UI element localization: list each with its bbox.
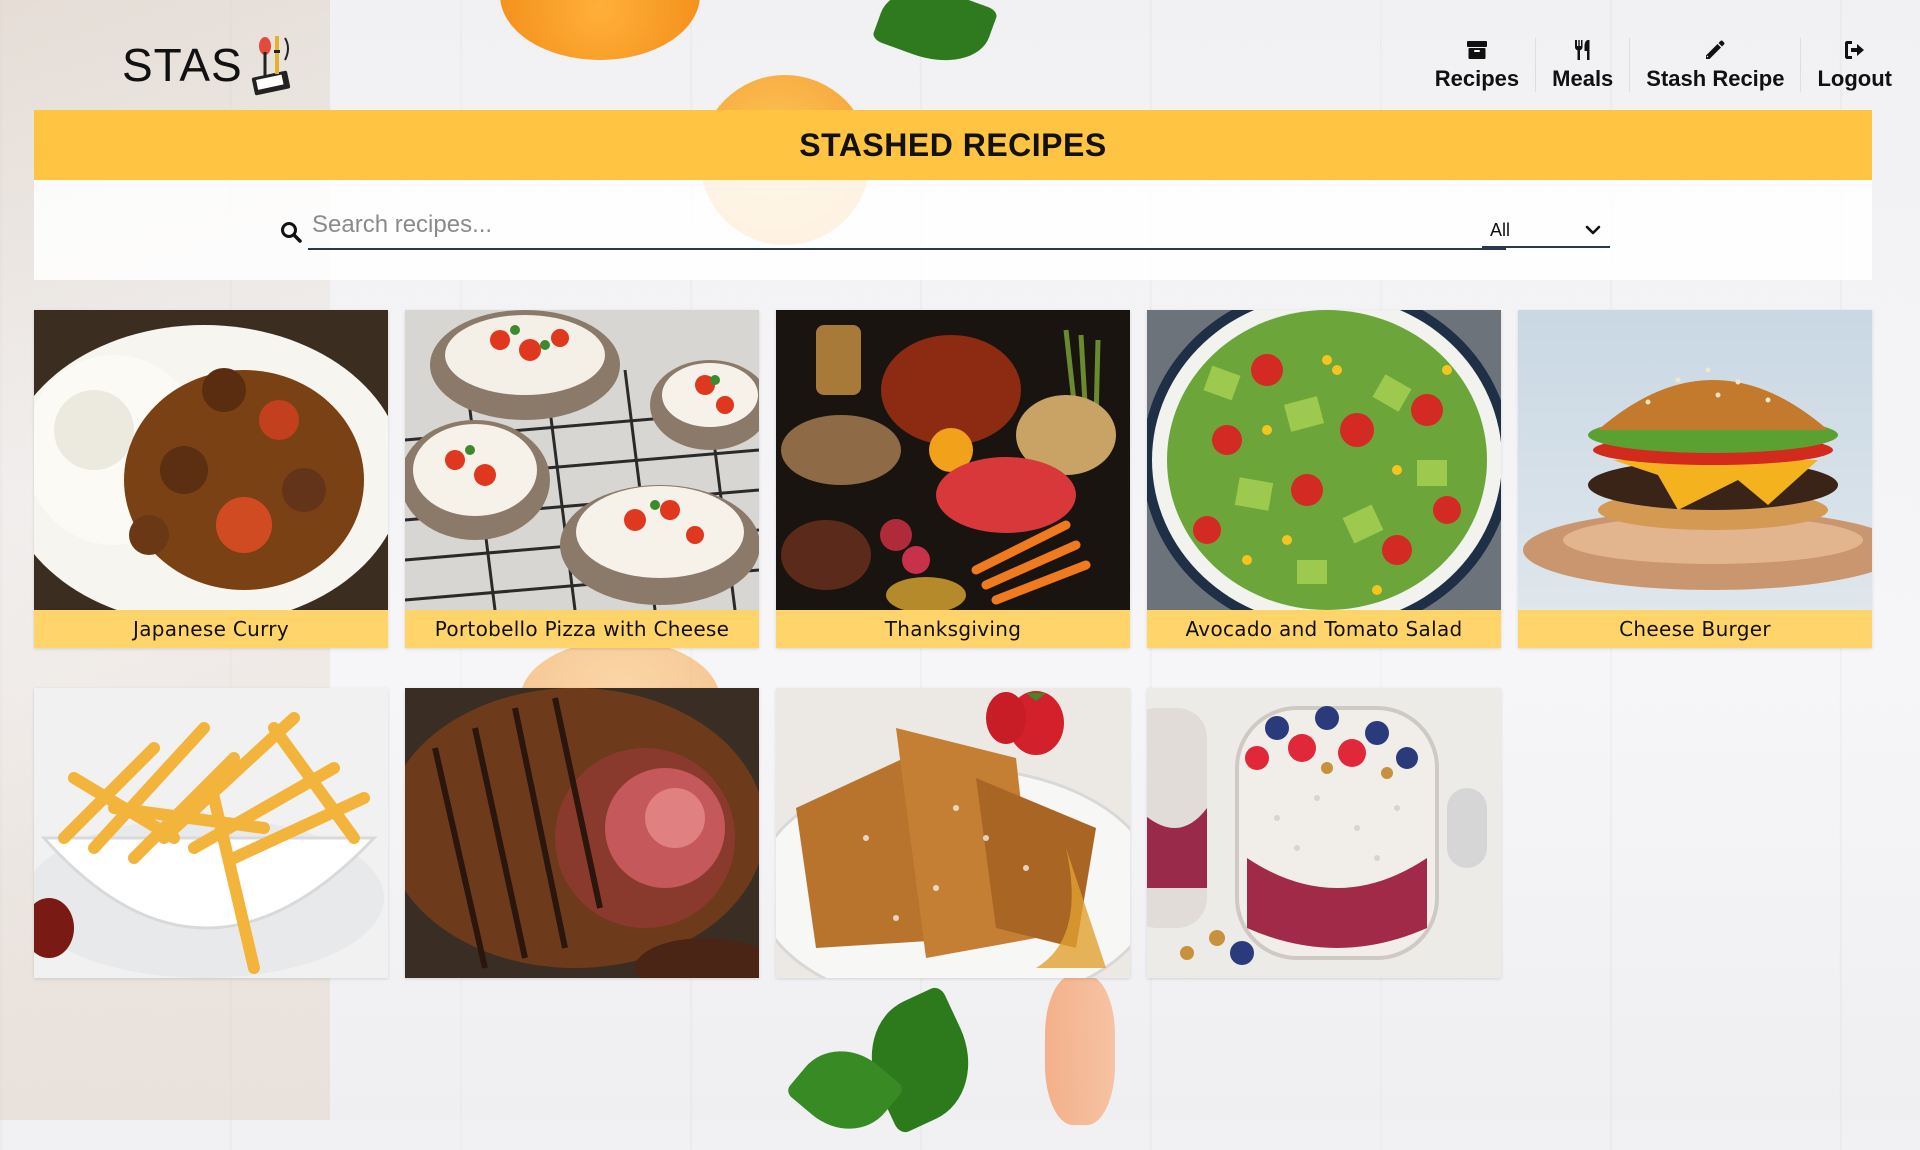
chia-pudding-photo	[1147, 688, 1501, 978]
recipe-card-title: Portobello Pizza with Cheese	[405, 610, 759, 648]
category-filter-select[interactable]: All	[1482, 214, 1610, 248]
nav-logout[interactable]: Logout	[1800, 38, 1908, 92]
recipe-card[interactable]	[405, 688, 759, 978]
app-logo[interactable]: STAS	[122, 30, 301, 100]
main-nav: Recipes Meals Stash Recipe Logout	[1419, 38, 1908, 92]
recipe-card[interactable]: Thanksgiving	[776, 310, 1130, 648]
logout-icon	[1844, 41, 1864, 59]
background-leaf	[871, 0, 999, 77]
french-fries-photo	[34, 688, 388, 978]
nav-stash-recipe-label: Stash Recipe	[1646, 66, 1785, 91]
nav-meals-label: Meals	[1552, 66, 1614, 91]
japanese-curry-photo	[34, 310, 388, 610]
nav-recipes-label: Recipes	[1434, 66, 1520, 91]
logo-mark-icon	[245, 30, 301, 100]
french-toast-photo	[776, 688, 1130, 978]
background-carrot	[1045, 975, 1115, 1125]
page-title: STASHED RECIPES	[799, 126, 1107, 163]
pencil-icon	[1706, 40, 1725, 59]
roast-beef-photo	[405, 688, 759, 978]
recipe-card[interactable]	[776, 688, 1130, 978]
recipe-card-title: Thanksgiving	[776, 610, 1130, 648]
search-icon	[281, 222, 302, 243]
recipe-card-title: Cheese Burger	[1518, 610, 1872, 648]
page-title-bar: STASHED RECIPES	[34, 110, 1872, 180]
chevron-down-icon	[1585, 225, 1601, 235]
recipe-card[interactable]	[34, 688, 388, 978]
archive-box-icon	[1466, 41, 1487, 59]
background-leaf	[849, 984, 991, 1136]
search-panel: All	[34, 180, 1872, 280]
recipe-card-title: Avocado and Tomato Salad	[1147, 610, 1501, 648]
fork-knife-icon	[1574, 40, 1590, 60]
search-input[interactable]	[308, 202, 1506, 250]
recipe-card[interactable]: Avocado and Tomato Salad	[1147, 310, 1501, 648]
nav-stash-recipe[interactable]: Stash Recipe	[1629, 38, 1800, 92]
recipe-card[interactable]: Cheese Burger	[1518, 310, 1872, 648]
recipe-grid: Japanese Curry Portobello Pizza with Che…	[34, 310, 1872, 978]
background-orange	[500, 0, 700, 60]
nav-meals[interactable]: Meals	[1535, 38, 1629, 92]
category-filter-value: All	[1490, 219, 1511, 240]
recipe-card[interactable]	[1147, 688, 1501, 978]
nav-logout-label: Logout	[1817, 66, 1892, 91]
recipe-card[interactable]: Portobello Pizza with Cheese	[405, 310, 759, 648]
thanksgiving-spread-photo	[776, 310, 1130, 610]
recipe-card-title: Japanese Curry	[34, 610, 388, 648]
background-leaf	[784, 1030, 906, 1150]
recipe-card[interactable]: Japanese Curry	[34, 310, 388, 648]
avocado-tomato-salad-photo	[1147, 310, 1501, 610]
portobello-pizza-photo	[405, 310, 759, 610]
cheese-burger-photo	[1518, 310, 1872, 610]
logo-text: STAS	[122, 39, 243, 91]
nav-recipes[interactable]: Recipes	[1419, 38, 1535, 92]
